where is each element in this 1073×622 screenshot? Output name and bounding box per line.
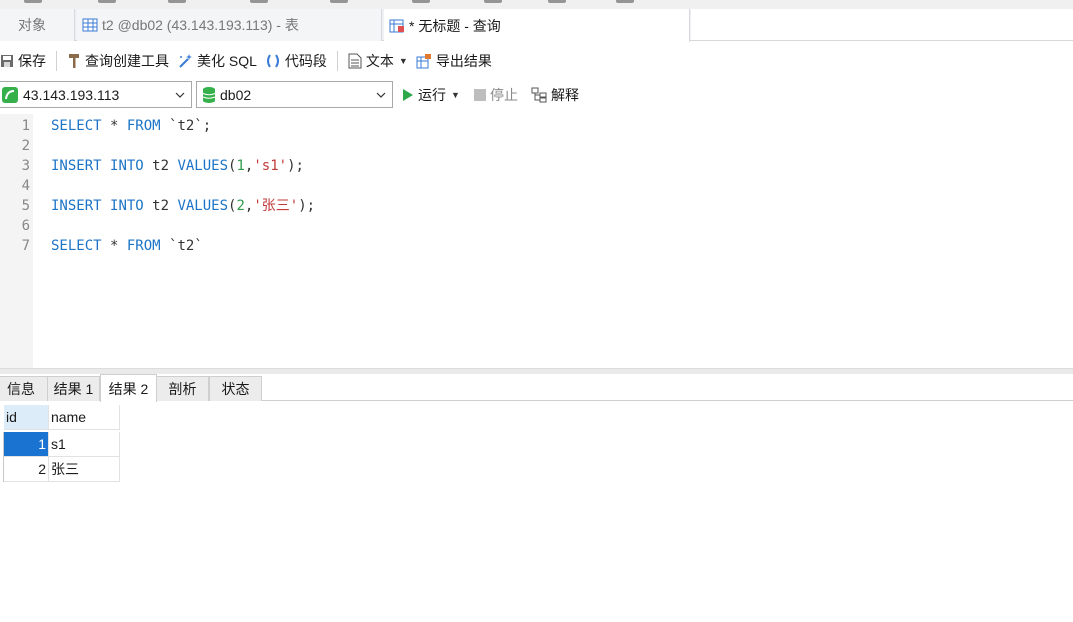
hammer-icon bbox=[67, 53, 81, 69]
table-cell-id[interactable]: 1 bbox=[4, 432, 49, 457]
chevron-down-icon: ▼ bbox=[451, 90, 460, 100]
query-builder-button[interactable]: 查询创建工具 bbox=[63, 47, 173, 75]
column-header-name[interactable]: name bbox=[49, 405, 120, 430]
toolbar-divider bbox=[56, 51, 57, 71]
export-results-label: 导出结果 bbox=[435, 53, 492, 69]
query-builder-label: 查询创建工具 bbox=[85, 53, 169, 69]
tab-table-label: t2 @db02 (43.143.193.113) - 表 bbox=[102, 17, 299, 33]
save-button[interactable]: 保存 bbox=[0, 47, 50, 75]
code-line: INSERT INTO t2 VALUES(1,'s1'); bbox=[51, 158, 304, 174]
table-icon bbox=[82, 17, 98, 33]
chevron-down-icon: ▼ bbox=[398, 56, 408, 66]
database-value: db02 bbox=[220, 86, 252, 103]
stop-label: 停止 bbox=[490, 87, 518, 103]
result-tabs: 信息 结果 1 结果 2 剖析 状态 bbox=[0, 374, 1073, 402]
tab-profile[interactable]: 剖析 bbox=[156, 376, 209, 401]
cell-value: 张三 bbox=[51, 461, 79, 477]
tab-info-label: 信息 bbox=[7, 381, 35, 397]
line-number: 5 bbox=[21, 198, 30, 214]
cell-value: 1 bbox=[38, 436, 46, 452]
tab-result-1[interactable]: 结果 1 bbox=[47, 376, 100, 401]
code-line: SELECT * FROM `t2`; bbox=[51, 118, 212, 134]
run-label: 运行 bbox=[418, 87, 446, 103]
column-header-label: name bbox=[51, 409, 87, 425]
line-number: 3 bbox=[21, 158, 30, 174]
export-icon bbox=[416, 53, 432, 69]
tab-profile-label: 剖析 bbox=[168, 381, 197, 397]
table-cell-name[interactable]: 张三 bbox=[49, 457, 120, 482]
tab-objects[interactable]: 对象 bbox=[0, 9, 75, 41]
column-header-label: id bbox=[6, 409, 17, 425]
tab-status-label: 状态 bbox=[221, 381, 250, 397]
magic-wand-icon bbox=[177, 53, 193, 69]
cell-value: 2 bbox=[38, 461, 46, 477]
parentheses-icon bbox=[265, 53, 281, 69]
tab-result-1-label: 结果 1 bbox=[53, 381, 94, 397]
column-header-id[interactable]: id bbox=[4, 405, 49, 430]
line-number: 2 bbox=[21, 138, 30, 154]
line-number-gutter: 1 2 3 4 5 6 7 bbox=[0, 114, 33, 368]
query-toolbar: 保存 查询创建工具 美化 SQL 代码段 文本 ▼ 导出结果 bbox=[0, 42, 1073, 80]
connection-select[interactable]: 43.143.193.113 bbox=[0, 81, 192, 108]
tab-status[interactable]: 状态 bbox=[209, 376, 262, 401]
sql-editor[interactable]: 1 2 3 4 5 6 7 SELECT * FROM `t2`; INSERT… bbox=[0, 114, 1073, 368]
line-number: 7 bbox=[21, 238, 30, 254]
cell-value: s1 bbox=[51, 436, 66, 452]
code-line: SELECT * FROM `t2` bbox=[51, 238, 203, 254]
save-label: 保存 bbox=[18, 53, 46, 69]
connection-value: 43.143.193.113 bbox=[23, 86, 120, 103]
tab-table-t2[interactable]: t2 @db02 (43.143.193.113) - 表 bbox=[77, 9, 382, 41]
chevron-down-icon bbox=[175, 87, 185, 98]
export-results-button[interactable]: 导出结果 bbox=[412, 47, 496, 75]
database-select[interactable]: db02 bbox=[196, 81, 393, 108]
menu-bar bbox=[0, 0, 1073, 9]
text-dropdown-button[interactable]: 文本 ▼ bbox=[344, 47, 412, 75]
beautify-sql-label: 美化 SQL bbox=[197, 53, 257, 69]
stop-button[interactable]: 停止 bbox=[474, 83, 518, 107]
connection-icon bbox=[1, 86, 19, 104]
explain-button[interactable]: 解释 bbox=[531, 83, 579, 107]
tab-result-2[interactable]: 结果 2 bbox=[100, 374, 157, 402]
connection-bar: 43.143.193.113 db02 运行 ▼ 停止 解释 bbox=[0, 80, 1073, 110]
explain-icon bbox=[531, 87, 547, 103]
line-number: 1 bbox=[21, 118, 30, 134]
tab-query-untitled[interactable]: * 无标题 - 查询 bbox=[384, 9, 690, 42]
table-cell-name[interactable]: s1 bbox=[49, 432, 120, 457]
code-snippet-button[interactable]: 代码段 bbox=[261, 47, 331, 75]
tab-info[interactable]: 信息 bbox=[0, 376, 48, 401]
document-icon bbox=[348, 53, 362, 69]
code-snippet-label: 代码段 bbox=[284, 53, 327, 69]
tab-result-2-label: 结果 2 bbox=[108, 380, 149, 397]
chevron-down-icon bbox=[376, 87, 386, 98]
run-button[interactable]: 运行 ▼ bbox=[402, 83, 460, 107]
database-icon bbox=[202, 86, 216, 104]
table-cell-id[interactable]: 2 bbox=[4, 457, 49, 482]
play-icon bbox=[402, 88, 414, 102]
line-number: 4 bbox=[21, 178, 30, 194]
text-label: 文本 bbox=[365, 53, 394, 69]
code-line: INSERT INTO t2 VALUES(2,'张三'); bbox=[51, 198, 316, 214]
toolbar-divider bbox=[336, 51, 338, 71]
line-number: 6 bbox=[21, 218, 30, 234]
query-icon bbox=[389, 18, 405, 34]
tab-query-label: * 无标题 - 查询 bbox=[409, 17, 501, 34]
explain-label: 解释 bbox=[551, 87, 579, 103]
tab-objects-label: 对象 bbox=[18, 17, 46, 33]
stop-icon bbox=[474, 89, 486, 101]
tab-strip-empty-area bbox=[691, 9, 1073, 41]
beautify-sql-button[interactable]: 美化 SQL bbox=[173, 47, 261, 75]
save-icon bbox=[0, 54, 14, 68]
